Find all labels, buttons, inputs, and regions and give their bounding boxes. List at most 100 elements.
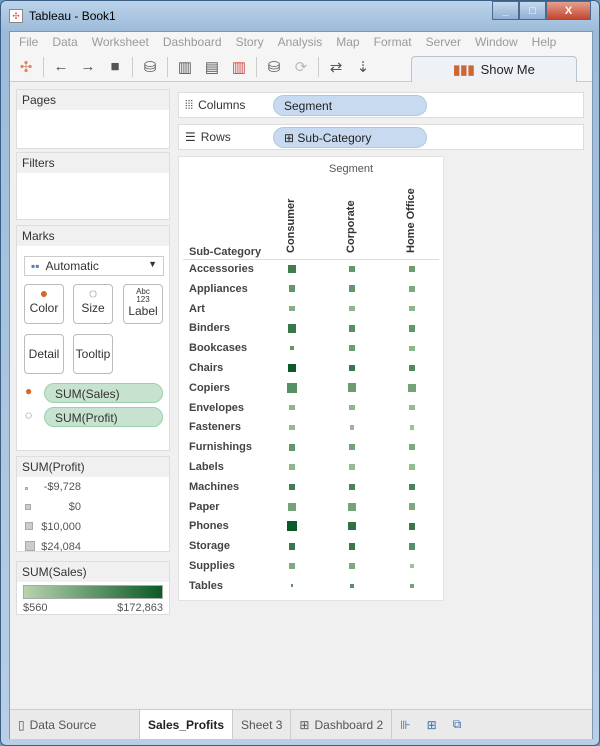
minimize-button[interactable]: _: [492, 1, 519, 20]
tab-sheet-3[interactable]: Sheet 3: [233, 710, 292, 739]
sort-icon[interactable]: ⇣: [353, 58, 373, 76]
menu-server[interactable]: Server: [419, 35, 468, 49]
maximize-button[interactable]: □: [519, 1, 546, 20]
save-icon[interactable]: ■: [105, 58, 125, 75]
mark-furnishings-home-office[interactable]: [409, 444, 415, 451]
mark-copiers-corporate[interactable]: [347, 383, 357, 393]
mark-tables-corporate[interactable]: [349, 583, 355, 588]
mark-phones-corporate[interactable]: [348, 522, 356, 531]
profit-size-pill[interactable]: SUM(Profit): [44, 407, 163, 427]
refresh-icon[interactable]: ⟳: [291, 58, 311, 76]
pause-updates-icon[interactable]: ⛁: [264, 58, 284, 76]
mark-accessories-corporate[interactable]: [348, 265, 356, 273]
sub-category-pill[interactable]: ⊞ Sub-Category: [273, 126, 427, 148]
tooltip-button[interactable]: Tooltip: [73, 334, 113, 374]
mark-chairs-corporate[interactable]: [348, 364, 356, 372]
mark-furnishings-consumer[interactable]: [288, 443, 296, 451]
columns-shelf[interactable]: ⦙⦙⦙ Columns Segment: [178, 92, 584, 118]
mark-art-corporate[interactable]: [349, 306, 355, 312]
tab-dashboard-2[interactable]: ⊞ Dashboard 2: [291, 710, 393, 739]
mark-binders-corporate[interactable]: [348, 325, 356, 332]
pages-card[interactable]: Pages: [16, 89, 170, 149]
mark-art-home-office[interactable]: [409, 306, 415, 312]
mark-supplies-home-office[interactable]: [409, 563, 415, 569]
mark-appliances-home-office[interactable]: [409, 285, 415, 292]
filters-card[interactable]: Filters: [16, 152, 170, 220]
size-button[interactable]: ◌ Size: [73, 284, 113, 324]
menu-help[interactable]: Help: [525, 35, 564, 49]
mark-paper-consumer[interactable]: [288, 502, 296, 511]
rows-shelf[interactable]: ☰ Rows ⊞ Sub-Category: [178, 124, 584, 150]
mark-bookcases-home-office[interactable]: [409, 345, 415, 351]
mark-chairs-home-office[interactable]: [408, 364, 416, 372]
mark-labels-consumer[interactable]: [289, 464, 295, 470]
mark-bookcases-corporate[interactable]: [349, 345, 355, 352]
mark-appliances-corporate[interactable]: [348, 285, 356, 293]
close-button[interactable]: X: [546, 1, 591, 20]
menu-dashboard[interactable]: Dashboard: [156, 35, 229, 49]
tab-data-source[interactable]: ▯ Data Source: [10, 710, 140, 739]
mark-furnishings-corporate[interactable]: [349, 444, 355, 451]
mark-labels-corporate[interactable]: [349, 464, 355, 470]
mark-labels-home-office[interactable]: [409, 464, 415, 470]
swap-icon[interactable]: ⇄: [326, 58, 346, 76]
mark-envelopes-home-office[interactable]: [409, 405, 415, 411]
mark-supplies-corporate[interactable]: [349, 563, 355, 569]
mark-paper-home-office[interactable]: [408, 503, 416, 510]
tableau-icon[interactable]: ✣: [16, 58, 36, 76]
duplicate-sheet-icon[interactable]: ▤: [202, 58, 222, 76]
mark-art-consumer[interactable]: [289, 306, 295, 312]
menu-analysis[interactable]: Analysis: [271, 35, 330, 49]
mark-copiers-consumer[interactable]: [287, 382, 297, 393]
new-worksheet-icon[interactable]: ⊪: [392, 710, 418, 739]
mark-tables-home-office[interactable]: [409, 583, 415, 588]
mark-storage-consumer[interactable]: [288, 542, 296, 550]
mark-appliances-consumer[interactable]: [288, 285, 296, 293]
mark-storage-home-office[interactable]: [408, 542, 416, 550]
mark-accessories-home-office[interactable]: [408, 265, 416, 273]
menu-format[interactable]: Format: [367, 35, 419, 49]
menu-window[interactable]: Window: [468, 35, 525, 49]
color-button[interactable]: ● Color: [24, 284, 64, 324]
mark-tables-consumer[interactable]: [290, 584, 294, 588]
mark-phones-consumer[interactable]: [287, 521, 297, 532]
new-data-source-icon[interactable]: ⛁: [140, 58, 160, 76]
row-header-machines: Machines: [189, 480, 240, 493]
sales-color-pill[interactable]: SUM(Sales): [44, 383, 163, 403]
menu-story[interactable]: Story: [229, 35, 271, 49]
label-button[interactable]: Abc 123 Label: [123, 284, 163, 324]
mark-envelopes-consumer[interactable]: [289, 405, 295, 411]
mark-envelopes-corporate[interactable]: [349, 405, 355, 411]
mark-copiers-home-office[interactable]: [408, 383, 416, 392]
mark-bookcases-consumer[interactable]: [289, 346, 295, 351]
mark-accessories-consumer[interactable]: [287, 264, 297, 274]
forward-icon[interactable]: →: [78, 58, 98, 75]
mark-binders-consumer[interactable]: [287, 324, 297, 333]
mark-paper-corporate[interactable]: [348, 502, 356, 511]
menu-map[interactable]: Map: [329, 35, 366, 49]
tab-sales-profits[interactable]: Sales_Profits: [140, 710, 234, 739]
mark-storage-corporate[interactable]: [348, 542, 356, 550]
mark-fasteners-home-office[interactable]: [409, 425, 415, 430]
mark-machines-home-office[interactable]: [409, 483, 415, 490]
back-icon[interactable]: ←: [51, 58, 71, 75]
mark-fasteners-consumer[interactable]: [289, 424, 295, 430]
mark-chairs-consumer[interactable]: [288, 364, 296, 372]
new-worksheet-icon[interactable]: ▥: [175, 58, 195, 76]
clear-sheet-icon[interactable]: ▥: [229, 58, 249, 76]
show-me-button[interactable]: ▮▮▮ Show Me: [411, 56, 577, 82]
mark-machines-corporate[interactable]: [349, 483, 355, 490]
mark-type-dropdown[interactable]: ▪▪ Automatic ▼: [24, 256, 164, 276]
segment-pill[interactable]: Segment: [273, 94, 427, 116]
mark-supplies-consumer[interactable]: [289, 563, 295, 569]
mark-machines-consumer[interactable]: [289, 483, 295, 490]
menu-file[interactable]: File: [12, 35, 45, 49]
menu-data[interactable]: Data: [45, 35, 84, 49]
mark-binders-home-office[interactable]: [408, 325, 416, 332]
mark-fasteners-corporate[interactable]: [349, 425, 355, 430]
detail-button[interactable]: Detail: [24, 334, 64, 374]
new-dashboard-icon[interactable]: ⊞: [419, 710, 445, 739]
menu-worksheet[interactable]: Worksheet: [85, 35, 156, 49]
new-story-icon[interactable]: ⧉: [445, 710, 470, 739]
mark-phones-home-office[interactable]: [408, 523, 416, 530]
